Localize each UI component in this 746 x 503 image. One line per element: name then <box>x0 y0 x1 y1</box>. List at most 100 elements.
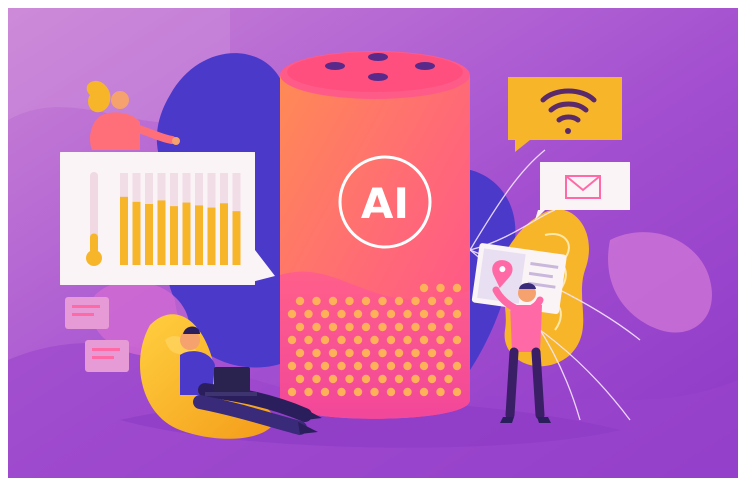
speaker-dot <box>353 361 363 371</box>
speaker-dot <box>419 335 429 345</box>
speaker-dot <box>312 296 321 306</box>
speaker-dot <box>436 283 445 293</box>
map-card <box>471 243 567 315</box>
speaker-dot <box>403 361 412 371</box>
speaker-dot <box>386 361 396 371</box>
speaker-dot <box>419 283 429 293</box>
speaker-dot <box>287 387 297 397</box>
chart-bar <box>207 207 216 265</box>
speaker-dot <box>444 374 453 384</box>
speaker-dot <box>436 361 445 371</box>
speaker-dot <box>419 309 429 319</box>
speaker-dot <box>320 309 330 319</box>
speaker-dot <box>394 348 404 358</box>
speaker-dot <box>370 335 379 345</box>
speaker-dot <box>361 296 371 306</box>
chart-bar <box>232 211 241 265</box>
speaker-dot <box>370 361 379 371</box>
speaker-dot <box>403 387 412 397</box>
speaker-dot <box>403 309 412 319</box>
speaker-dot <box>427 374 437 384</box>
speaker-dot <box>411 322 420 332</box>
speaker-dot <box>287 335 297 345</box>
speaker-dot <box>295 322 305 332</box>
speaker-dot <box>436 309 445 319</box>
speaker-dot <box>287 309 297 319</box>
speaker-dot <box>337 387 346 397</box>
speaker-dot <box>353 335 363 345</box>
chart-bar <box>157 200 166 265</box>
speaker-dot <box>345 374 354 384</box>
speaker-dot <box>304 387 313 397</box>
speaker-dot <box>411 374 420 384</box>
speaker-dot <box>287 361 297 371</box>
speaker-dot <box>370 309 379 319</box>
chart-card <box>60 152 275 285</box>
speaker-dot <box>304 335 313 345</box>
speaker-dot <box>436 335 445 345</box>
speaker-dot <box>452 309 462 319</box>
chart-bar <box>220 203 228 265</box>
speaker-button-4 <box>368 73 388 81</box>
speaker-dot <box>328 348 338 358</box>
speaker-dot <box>370 387 379 397</box>
speaker-dot <box>386 309 396 319</box>
speaker-dot <box>337 309 346 319</box>
speaker-dot <box>427 348 437 358</box>
speaker-dot <box>312 374 321 384</box>
speaker-dot <box>386 387 396 397</box>
speaker-dot <box>337 361 346 371</box>
speaker-dot <box>378 322 387 332</box>
speaker-button-2 <box>368 53 388 61</box>
speaker-dot <box>427 296 437 306</box>
chart-bar <box>170 206 178 265</box>
speaker-dot <box>378 348 387 358</box>
speaker-dot <box>361 322 371 332</box>
speaker-dot <box>304 309 313 319</box>
speaker-dot <box>295 374 305 384</box>
speaker-dot <box>436 387 445 397</box>
speaker-button-1 <box>325 62 345 70</box>
speaker-dot <box>312 348 321 358</box>
speaker-dot <box>328 296 338 306</box>
chart-bar <box>145 204 153 265</box>
speaker-dot <box>452 283 462 293</box>
speaker-dot <box>386 335 396 345</box>
speaker-dot <box>328 374 338 384</box>
note-card-2 <box>85 340 129 372</box>
speaker-dot <box>345 296 354 306</box>
speaker-dot <box>345 322 354 332</box>
speaker-dot <box>320 387 330 397</box>
smart-speaker: AI <box>280 51 470 419</box>
speaker-dot <box>419 361 429 371</box>
speaker-dot <box>452 387 462 397</box>
speaker-dot <box>394 296 404 306</box>
speaker-dot <box>444 296 453 306</box>
speaker-dot <box>378 374 387 384</box>
speaker-dot <box>394 322 404 332</box>
speaker-dot <box>427 322 437 332</box>
speaker-dot <box>295 296 305 306</box>
speaker-dot <box>378 296 387 306</box>
chart-bar <box>132 201 141 265</box>
speaker-dot <box>452 361 462 371</box>
speaker-dot <box>361 374 371 384</box>
speaker-button-3 <box>415 62 435 70</box>
ai-assistant-illustration: AI <box>8 8 738 478</box>
speaker-dot <box>353 309 363 319</box>
speaker-dot <box>295 348 305 358</box>
speaker-dot <box>419 387 429 397</box>
speaker-dot <box>394 374 404 384</box>
speaker-dot <box>411 296 420 306</box>
speaker-dot <box>444 322 453 332</box>
speaker-dot <box>345 348 354 358</box>
ai-badge-text: AI <box>361 179 409 228</box>
speaker-dot <box>304 361 313 371</box>
chart-bar <box>182 202 191 265</box>
note-card-1 <box>65 297 109 329</box>
chart-bar <box>120 196 128 265</box>
speaker-dot <box>312 322 321 332</box>
chart-bar <box>195 205 203 265</box>
speaker-dot <box>353 387 363 397</box>
speaker-dot <box>361 348 371 358</box>
